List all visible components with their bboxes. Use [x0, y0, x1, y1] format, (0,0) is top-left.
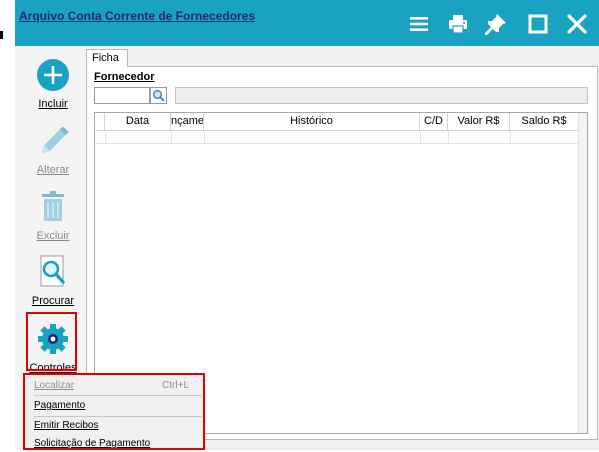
menu-item-emitir-recibos-label: Emitir Recibos — [34, 420, 99, 431]
include-button[interactable]: Incluir — [15, 56, 91, 110]
menu-item-localizar-shortcut: Ctrl+L — [162, 380, 189, 391]
pin-icon[interactable] — [484, 12, 508, 36]
menu-item-solicitacao-pagamento-label: Solicitação de Pagamento — [34, 438, 151, 449]
delete-button[interactable]: Excluir — [15, 188, 91, 242]
menu-separator — [34, 395, 202, 396]
tab-ficha[interactable]: Ficha — [86, 49, 128, 67]
row-divider — [420, 131, 421, 144]
window-title: Arquivo Conta Corrente de Fornecedores — [19, 9, 256, 23]
menu-item-localizar[interactable]: Localizar Ctrl+L — [34, 378, 199, 394]
close-icon[interactable] — [565, 12, 589, 36]
column-header-lancamento[interactable]: nçame — [171, 113, 204, 130]
menu-separator — [34, 416, 202, 417]
row-divider — [510, 131, 511, 144]
row-divider — [448, 131, 449, 144]
menu-item-pagamento[interactable]: Pagamento — [34, 398, 199, 414]
column-header-historico[interactable]: Histórico — [204, 113, 420, 130]
pencil-icon — [33, 122, 73, 162]
trash-icon — [33, 188, 73, 228]
row-divider — [105, 131, 106, 144]
menu-icon[interactable] — [407, 12, 431, 36]
column-header-saldo[interactable]: Saldo R$ — [510, 113, 579, 130]
plus-circle-icon — [33, 56, 73, 96]
fornecedor-label-text: Fornecedor — [94, 71, 155, 83]
fornecedor-label: Fornecedor — [94, 71, 155, 83]
magnifier-document-icon — [33, 253, 73, 293]
table-row[interactable] — [95, 131, 579, 144]
print-icon[interactable] — [446, 12, 470, 36]
fornecedor-search-button[interactable] — [150, 87, 167, 104]
maximize-icon[interactable] — [526, 12, 550, 36]
alter-button[interactable]: Alterar — [15, 122, 91, 176]
column-header-data[interactable]: Data — [105, 113, 171, 130]
column-header-cd[interactable]: C/D — [420, 113, 448, 130]
row-divider — [171, 131, 172, 144]
menu-item-emitir-recibos[interactable]: Emitir Recibos — [34, 418, 199, 434]
include-label: Incluir — [38, 98, 68, 110]
search-icon — [153, 90, 165, 102]
fornecedor-code-input[interactable] — [94, 87, 150, 104]
search-button[interactable]: Procurar — [15, 253, 91, 307]
search-label: Procurar — [31, 295, 75, 307]
window-edge-marker — [0, 31, 3, 39]
controls-highlight-box — [26, 312, 77, 371]
menu-item-localizar-label: Localizar — [34, 380, 75, 391]
title-bar: Arquivo Conta Corrente de Fornecedores — [15, 0, 599, 46]
fornecedor-name-field[interactable] — [175, 87, 588, 104]
column-header-valor[interactable]: Valor R$ — [448, 113, 510, 130]
delete-label: Excluir — [36, 230, 70, 242]
menu-item-pagamento-label: Pagamento — [34, 400, 86, 411]
row-indicator-header — [95, 113, 105, 130]
row-divider — [204, 131, 205, 144]
vertical-scrollbar[interactable] — [578, 113, 587, 433]
controls-context-menu: Localizar Ctrl+L Pagamento Emitir Recibo… — [23, 373, 205, 450]
alter-label: Alterar — [36, 164, 70, 176]
